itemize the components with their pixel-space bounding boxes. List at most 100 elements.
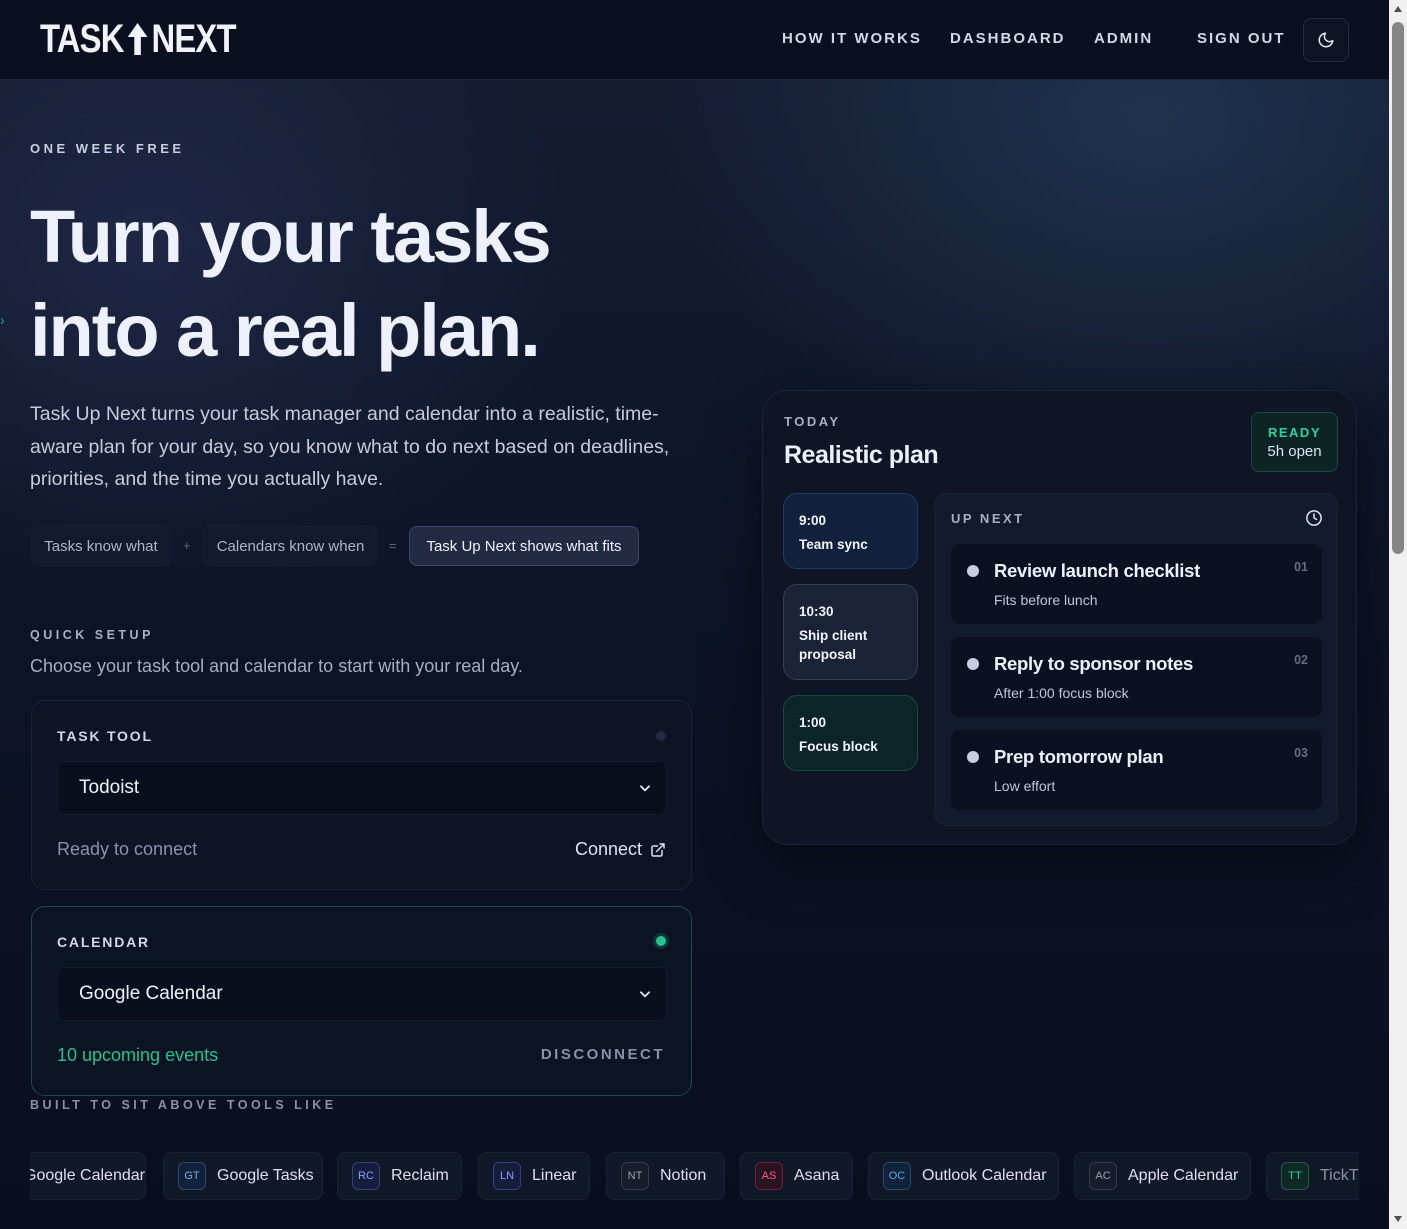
- task-tool-selected: Todoist: [79, 777, 140, 798]
- arrow-up-icon: [127, 23, 148, 55]
- tool-name: TickTick: [1320, 1167, 1359, 1184]
- tool-name: Google Calendar: [30, 1167, 145, 1184]
- scroll-up-arrow-icon[interactable]: [1393, 5, 1403, 13]
- setup-subtext: Choose your task tool and calendar to st…: [30, 656, 523, 676]
- setup-eyebrow: QUICK SETUP: [30, 628, 154, 642]
- slot-title: Focus block: [799, 739, 878, 754]
- slot-time: 1:00: [799, 715, 827, 730]
- ticktick-icon: TT: [1281, 1162, 1309, 1190]
- moon-icon: [1318, 32, 1334, 48]
- nav-dashboard[interactable]: DASHBOARD: [950, 30, 1066, 47]
- task-number: 01: [1294, 560, 1308, 574]
- connect-label: Connect: [574, 839, 642, 859]
- task-title: Review launch checklist: [994, 560, 1200, 581]
- logo-text-left: TASK: [40, 16, 124, 61]
- edge-arrow-icon: ›: [0, 312, 5, 328]
- plan-card: TODAY Realistic plan READY 5h open 9:00 …: [762, 390, 1357, 845]
- task-bullet: [967, 658, 979, 670]
- logo-text-right: NEXT: [151, 16, 236, 61]
- task-item[interactable]: Prep tomorrow plan Low effort 03: [951, 730, 1322, 810]
- apple-calendar-icon: AC: [1089, 1162, 1117, 1190]
- tool-chip-apple-calendar: AC Apple Calendar: [1074, 1152, 1251, 1200]
- outlook-calendar-icon: OC: [883, 1162, 911, 1190]
- asana-icon: AS: [755, 1162, 783, 1190]
- calendar-label: CALENDAR: [57, 934, 150, 950]
- nav-sign-out[interactable]: SIGN OUT: [1197, 30, 1286, 47]
- calendar-status-dot: [656, 936, 666, 946]
- ready-status: READY: [1267, 425, 1321, 440]
- task-tool-card: TASK TOOL Todoist Ready to connect Conne…: [31, 700, 692, 890]
- calendar-card: CALENDAR Google Calendar 10 upcoming eve…: [31, 906, 692, 1096]
- plan-eyebrow: TODAY: [784, 414, 841, 429]
- task-item[interactable]: Reply to sponsor notes After 1:00 focus …: [951, 637, 1322, 717]
- tool-chip-reclaim: RC Reclaim: [337, 1152, 462, 1200]
- pill-calendars: Calendars know when: [203, 526, 378, 566]
- tool-chip-outlook-calendar: OC Outlook Calendar: [868, 1152, 1059, 1200]
- external-link-icon: [651, 842, 665, 857]
- up-next-label: UP NEXT: [951, 511, 1025, 526]
- pill-tasks: Tasks know what: [31, 526, 171, 566]
- task-bullet: [967, 751, 979, 763]
- up-next-panel: UP NEXT Review launch checklist Fits bef…: [934, 493, 1338, 826]
- tool-name: Reclaim: [391, 1167, 449, 1184]
- time-slot: 9:00 Team sync: [783, 493, 918, 569]
- tool-name: Notion: [660, 1167, 707, 1184]
- tool-chip-asana: AS Asana: [740, 1152, 853, 1200]
- tools-strip: GC Google Calendar GT Google Tasks RC Re…: [30, 1136, 1359, 1216]
- notion-icon: NT: [621, 1162, 649, 1190]
- task-tool-status: Ready to connect: [57, 839, 198, 859]
- task-number: 02: [1294, 653, 1308, 667]
- calendar-select[interactable]: Google Calendar: [57, 967, 667, 1021]
- logo[interactable]: TASK NEXT: [40, 16, 236, 61]
- disconnect-button[interactable]: DISCONNECT: [541, 1046, 665, 1063]
- tool-name: Outlook Calendar: [922, 1167, 1047, 1184]
- tool-chip-ticktick: TT TickTick: [1266, 1152, 1359, 1200]
- reclaim-icon: RC: [352, 1162, 380, 1190]
- ready-badge: READY 5h open: [1251, 412, 1338, 472]
- tool-chip-linear: LN Linear: [478, 1152, 590, 1200]
- plan-title: Realistic plan: [784, 441, 939, 469]
- task-bullet: [967, 565, 979, 577]
- task-note: Fits before lunch: [994, 592, 1098, 608]
- task-title: Prep tomorrow plan: [994, 746, 1164, 767]
- slot-time: 9:00: [799, 513, 827, 528]
- task-item[interactable]: Review launch checklist Fits before lunc…: [951, 544, 1322, 624]
- task-title: Reply to sponsor notes: [994, 653, 1193, 674]
- hero-eyebrow: ONE WEEK FREE: [30, 141, 185, 156]
- calendar-status: 10 upcoming events: [57, 1045, 219, 1065]
- page: › TASK NEXT HOW IT WORKS DASHBOARD ADMIN…: [0, 0, 1389, 1229]
- tool-chip-google-tasks: GT Google Tasks: [163, 1152, 323, 1200]
- pill-result: Task Up Next shows what fits: [409, 526, 639, 566]
- tool-name: Google Tasks: [217, 1167, 314, 1184]
- connect-button[interactable]: Connect: [575, 839, 666, 860]
- plus-sign: +: [183, 538, 191, 553]
- hero-title-line-2: into a real plan.: [30, 289, 541, 372]
- top-nav: TASK NEXT HOW IT WORKS DASHBOARD ADMIN S…: [0, 0, 1389, 80]
- task-tool-status-dot: [656, 731, 666, 741]
- ready-detail: 5h open: [1267, 443, 1322, 460]
- tool-name: Apple Calendar: [1128, 1167, 1239, 1184]
- nav-admin[interactable]: ADMIN: [1094, 30, 1153, 47]
- calendar-selected: Google Calendar: [79, 983, 223, 1004]
- hero-title-line-1: Turn your tasks: [30, 195, 552, 278]
- scroll-down-arrow-icon[interactable]: [1393, 1215, 1403, 1223]
- tool-name: Asana: [794, 1167, 840, 1184]
- tools-eyebrow: BUILT TO SIT ABOVE TOOLS LIKE: [30, 1098, 337, 1112]
- equals-sign: =: [389, 538, 397, 553]
- task-tool-label: TASK TOOL: [57, 728, 153, 744]
- clock-icon: [1306, 510, 1322, 526]
- chevron-down-icon: [640, 991, 650, 998]
- time-slot: 1:00 Focus block: [783, 695, 918, 771]
- slot-title: Team sync: [799, 537, 868, 552]
- nav-how-it-works[interactable]: HOW IT WORKS: [782, 30, 922, 47]
- theme-toggle-button[interactable]: [1303, 18, 1349, 62]
- task-tool-select[interactable]: Todoist: [57, 761, 667, 815]
- google-tasks-icon: GT: [178, 1162, 206, 1190]
- task-note: Low effort: [994, 778, 1056, 794]
- tool-chip-notion: NT Notion: [606, 1152, 725, 1200]
- chevron-down-icon: [640, 785, 650, 792]
- scrollbar-thumb[interactable]: [1392, 22, 1404, 554]
- slot-title: Ship client proposal: [799, 628, 868, 662]
- slot-time: 10:30: [799, 604, 834, 619]
- hero-description: Task Up Next turns your task manager and…: [30, 403, 670, 490]
